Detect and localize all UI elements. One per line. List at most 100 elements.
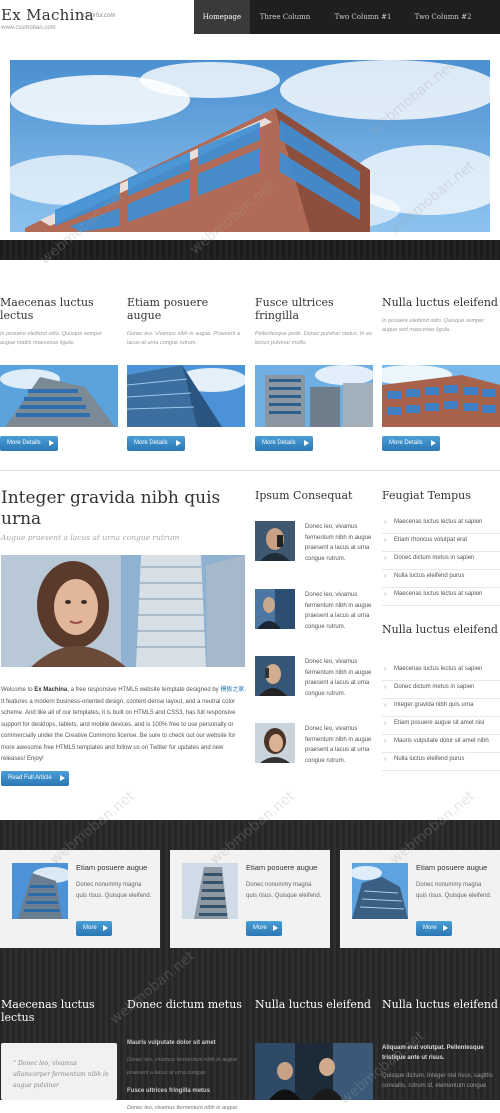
designer-link[interactable]: 模板之家	[220, 687, 244, 693]
news-title[interactable]: Fusce ultrices fringilla metus	[127, 1088, 210, 1094]
list-item[interactable]: › Etiam posuere augue sit amet nisi	[382, 717, 500, 735]
card-text: Donec nonummy magna quis risus. Quisque …	[416, 882, 492, 899]
article-title[interactable]: Integer gravida nibh quis urna	[1, 488, 247, 530]
list-item[interactable]: › Integer gravida nibh quis urna	[382, 699, 500, 717]
thumbnail[interactable]	[255, 656, 295, 696]
card-title[interactable]: Etiam posuere augue	[246, 863, 317, 872]
footer-title: Nulla luctus eleifend	[255, 998, 371, 1011]
feature-col-4: Nulla luctus eleifend In posuere eleifen…	[382, 296, 500, 335]
card-image[interactable]	[12, 863, 68, 919]
thumbnail[interactable]	[255, 589, 295, 629]
brand-name: Ex Machina	[34, 687, 68, 693]
news-text: Donec leo, vivamus fermentum nibh in aug…	[127, 1105, 238, 1111]
list-item: Donec leo, vivamus fermentum nibh in aug…	[255, 723, 373, 781]
feature-text: Donec leo. Vivamus nibh in augue. Praese…	[127, 331, 241, 346]
button-label: More Details	[389, 440, 423, 446]
quote-text: “ Donec leo, vivamus ullamcorper ferment…	[13, 1060, 109, 1089]
list-item[interactable]: › Maecenas luctus lectus at sapien	[382, 588, 500, 606]
nav-three-column[interactable]: Three Column	[254, 0, 316, 34]
button-label: More	[253, 925, 267, 931]
feature-thumb-2[interactable]	[127, 365, 245, 427]
about-text: Quisque dictum. Integer nisl risus, sagi…	[382, 1073, 493, 1089]
article-text: , a free responsive HTML5 website templa…	[67, 687, 221, 693]
list-item[interactable]: › Donec dictum metus in sapien	[382, 681, 500, 699]
chevron-right-icon: ›	[384, 555, 387, 562]
more-details-button[interactable]: More Details	[382, 436, 440, 451]
section-divider	[0, 470, 500, 471]
hero-building-image	[10, 60, 490, 232]
main-nav: Homepage Three Column Two Column #1 Two …	[194, 0, 500, 34]
list-item[interactable]: › Maecenas luctus lectus at sapien	[382, 663, 500, 681]
card-image[interactable]	[352, 863, 408, 919]
read-full-article-button[interactable]: Read Full Article	[1, 771, 69, 786]
list-item[interactable]: › Donec dictum metus in sapien	[382, 552, 500, 570]
card-title[interactable]: Etiam posuere augue	[416, 863, 487, 872]
feature-title[interactable]: Fusce ultrices fringilla	[255, 296, 373, 322]
list-item-label: Integer gravida nibh quis urna	[394, 702, 474, 708]
promo-card: Etiam posuere augue Donec nonummy magna …	[340, 850, 500, 948]
article-subtitle: Augue praesent a lacus at urna congue ru…	[1, 533, 180, 542]
list-item-label: Nulla luctus eleifend purus	[394, 756, 465, 762]
nav-homepage[interactable]: Homepage	[194, 0, 250, 34]
chevron-right-icon: ›	[384, 666, 387, 673]
about-title: Aliquam erat volutpat. Pellentesque tris…	[382, 1045, 484, 1061]
more-details-button[interactable]: More Details	[127, 436, 185, 451]
item-text: Donec leo, vivamus fermentum nibh in aug…	[305, 524, 372, 562]
feature-text: In posuere eleifend odio. Quisque semper…	[382, 318, 485, 333]
more-details-button[interactable]: More Details	[255, 436, 313, 451]
footer-title: Nulla luctus eleifend	[382, 998, 498, 1011]
more-details-button[interactable]: More Details	[0, 436, 58, 451]
promo-card: Etiam posuere augue Donec nonummy magna …	[170, 850, 330, 948]
middle-column-title: Ipsum Consequat	[255, 489, 353, 502]
nav-two-column-1[interactable]: Two Column #1	[326, 0, 400, 34]
logo-title[interactable]: Ex Machina	[1, 6, 94, 24]
footer-photo[interactable]	[255, 1043, 373, 1100]
list-item[interactable]: › Mauris vulputate dolor sit amet nibh	[382, 735, 500, 753]
chevron-right-icon: ›	[384, 702, 387, 709]
list-item[interactable]: › Nulla luctus eleifend purus	[382, 753, 500, 771]
card-text: Donec nonummy magna quis risus. Quisque …	[246, 882, 322, 899]
more-button[interactable]: More	[416, 921, 452, 936]
arrow-right-icon	[49, 440, 54, 446]
thumbnail[interactable]	[255, 723, 295, 763]
logo[interactable]: Ex Machina colorful.com www.cssmoban.com	[0, 0, 194, 34]
card-image[interactable]	[182, 863, 238, 919]
footer-title: Donec dictum metus	[127, 998, 242, 1011]
button-label: More Details	[262, 440, 296, 446]
footer-about: Aliquam erat volutpat. Pellentesque tris…	[382, 1043, 500, 1091]
arrow-right-icon	[60, 775, 65, 781]
promo-card: Etiam posuere augue Donec nonummy magna …	[0, 850, 160, 948]
thumbnail[interactable]	[255, 521, 295, 561]
list-item-label: Maecenas luctus lectus at sapien	[394, 666, 483, 672]
more-button[interactable]: More	[246, 921, 282, 936]
more-button[interactable]: More	[76, 921, 112, 936]
list-item[interactable]: › Maecenas luctus lectus at sapien	[382, 516, 500, 534]
feature-title[interactable]: Maecenas luctus lectus	[0, 296, 118, 322]
button-label: More Details	[7, 440, 41, 446]
article-text: . It features a modern business-oriented…	[1, 687, 247, 762]
nav-two-column-2[interactable]: Two Column #2	[406, 0, 480, 34]
list-item-label: Etiam rhoncus volutpat erat	[394, 537, 468, 543]
feature-thumb-3[interactable]	[255, 365, 373, 427]
arrow-right-icon	[103, 925, 108, 931]
arrow-right-icon	[273, 925, 278, 931]
list-item[interactable]: › Nulla luctus eleifend purus	[382, 570, 500, 588]
feature-thumb-4[interactable]	[382, 365, 500, 427]
feature-text: In posuere eleifend odio. Quisque semper…	[0, 331, 103, 346]
list-item: Donec leo, vivamus fermentum nibh in aug…	[255, 656, 373, 714]
feature-title[interactable]: Etiam posuere augue	[127, 296, 245, 322]
news-title[interactable]: Mauris vulputate dolor sit amet	[127, 1040, 216, 1046]
feature-title[interactable]: Nulla luctus eleifend	[382, 296, 500, 309]
item-text: Donec leo, vivamus fermentum nibh in aug…	[305, 592, 372, 630]
article-body: Welcome to Ex Machina, a free responsive…	[1, 685, 247, 766]
button-label: More	[83, 925, 97, 931]
chevron-right-icon: ›	[384, 684, 387, 691]
arrow-right-icon	[304, 440, 309, 446]
list-item[interactable]: › Etiam rhoncus volutpat erat	[382, 534, 500, 552]
list-item: Donec leo, vivamus fermentum nibh in aug…	[255, 521, 373, 579]
feature-col-2: Etiam posuere augue Donec leo. Vivamus n…	[127, 296, 245, 348]
list-item-label: Donec dictum metus in sapien	[394, 555, 475, 561]
hero-dark-strip	[0, 240, 500, 260]
feature-thumb-1[interactable]	[0, 365, 118, 427]
card-title[interactable]: Etiam posuere augue	[76, 863, 147, 872]
